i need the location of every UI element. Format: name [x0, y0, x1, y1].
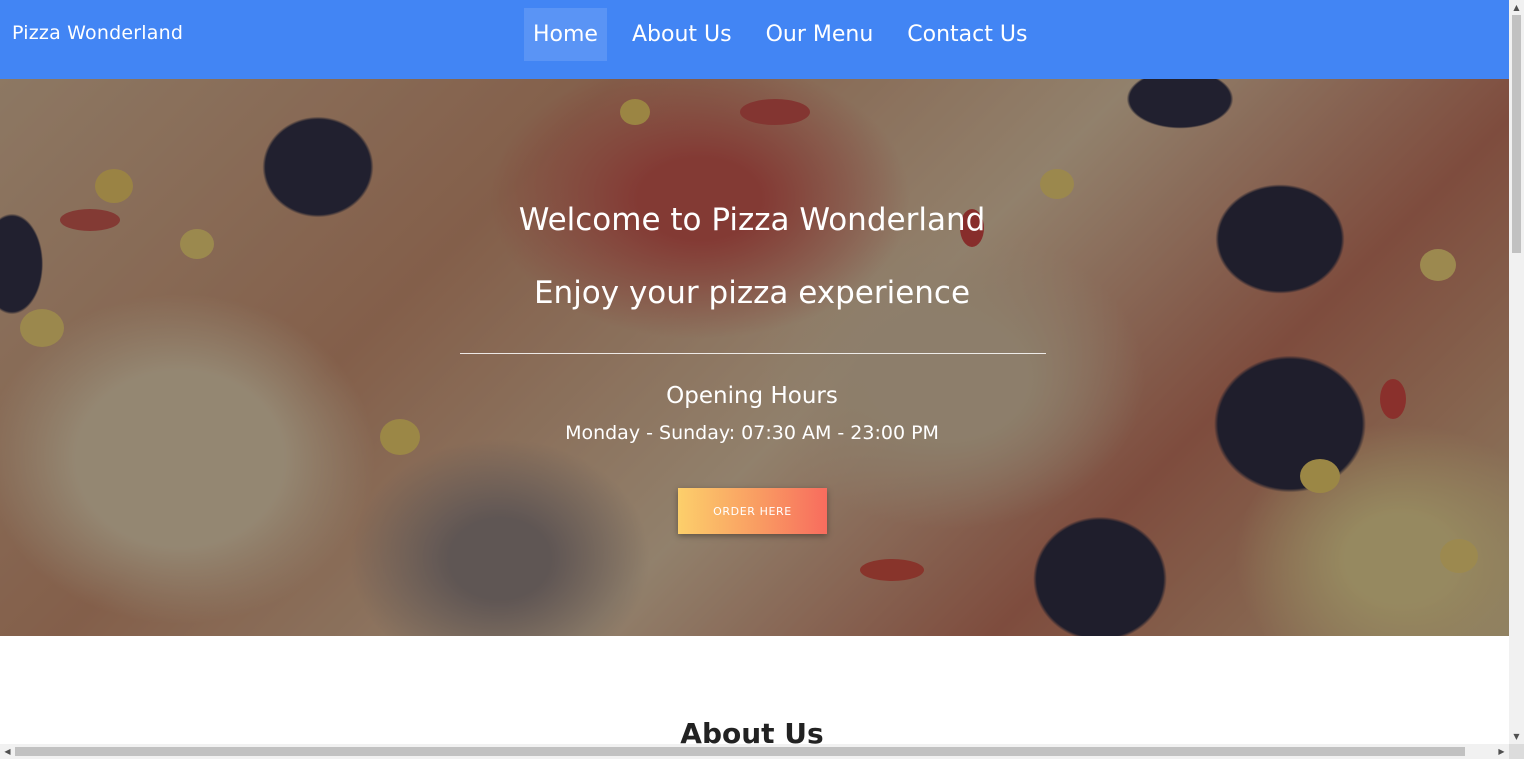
- horizontal-scrollbar-thumb[interactable]: [15, 747, 1465, 756]
- scroll-left-arrow-icon[interactable]: ◀: [0, 744, 15, 759]
- hero-section: Welcome to Pizza Wonderland Enjoy your p…: [0, 79, 1509, 636]
- page-viewport: Pizza Wonderland Home About Us Our Menu …: [0, 0, 1509, 744]
- order-here-button[interactable]: ORDER HERE: [678, 488, 827, 534]
- scroll-down-arrow-icon[interactable]: ▼: [1509, 729, 1524, 744]
- nav-menu: Home About Us Our Menu Contact Us: [524, 8, 1052, 61]
- about-section-title: About Us: [680, 717, 824, 744]
- scroll-up-arrow-icon[interactable]: ▲: [1509, 0, 1524, 15]
- vertical-scrollbar[interactable]: ▲ ▼: [1509, 0, 1524, 744]
- nav-link-home[interactable]: Home: [524, 8, 607, 61]
- navbar: Pizza Wonderland Home About Us Our Menu …: [0, 0, 1509, 79]
- hero-tagline: Enjoy your pizza experience: [533, 275, 971, 311]
- scroll-right-arrow-icon[interactable]: ▶: [1494, 744, 1509, 759]
- nav-link-contact-us[interactable]: Contact Us: [898, 8, 1036, 61]
- brand-logo[interactable]: Pizza Wonderland: [12, 22, 183, 44]
- vertical-scrollbar-thumb[interactable]: [1512, 15, 1521, 253]
- scrollbar-corner: [1509, 744, 1524, 759]
- hero-content: Welcome to Pizza Wonderland Enjoy your p…: [0, 79, 1509, 636]
- nav-link-our-menu[interactable]: Our Menu: [757, 8, 883, 61]
- opening-hours-text: Monday - Sunday: 07:30 AM - 23:00 PM: [565, 422, 939, 444]
- hero-divider: [460, 353, 1046, 354]
- nav-link-about-us[interactable]: About Us: [623, 8, 741, 61]
- opening-hours-title: Opening Hours: [666, 383, 838, 409]
- horizontal-scrollbar[interactable]: ◀ ▶: [0, 744, 1509, 759]
- hero-title: Welcome to Pizza Wonderland: [518, 202, 986, 238]
